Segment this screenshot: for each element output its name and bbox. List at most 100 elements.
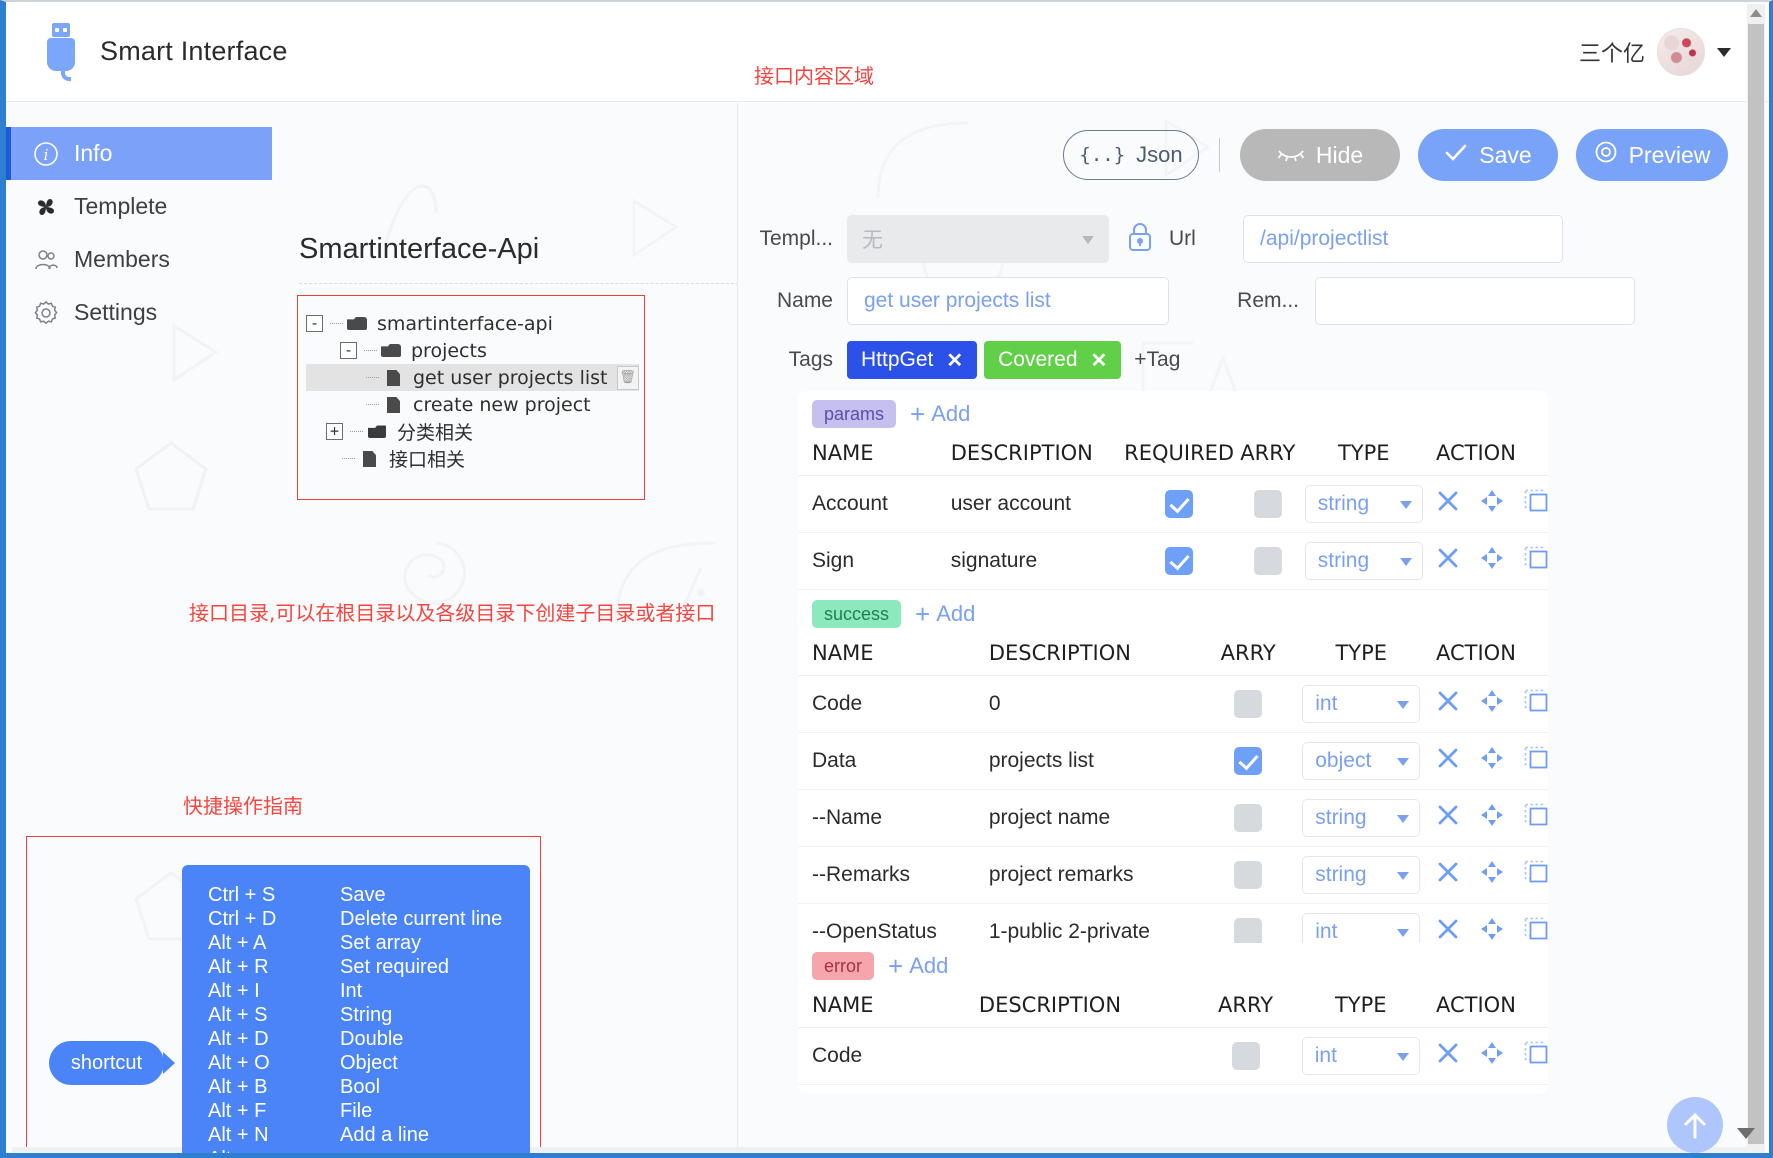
sidebar-item-members[interactable]: Members [6, 233, 272, 286]
user-menu[interactable]: 三个亿 [1579, 28, 1731, 76]
param-name[interactable]: Account [798, 475, 951, 533]
copy-row-icon[interactable] [1524, 860, 1548, 890]
array-checkbox[interactable] [1231, 1042, 1260, 1070]
field-name[interactable]: --Remarks [798, 846, 989, 904]
shortcut-row: Alt + S String [208, 1003, 530, 1027]
move-row-icon[interactable] [1480, 746, 1504, 776]
section-chip-params: params [812, 400, 897, 428]
move-row-icon[interactable] [1480, 489, 1504, 519]
field-description[interactable]: project remarks [988, 846, 1200, 904]
sidebar-item-info[interactable]: i Info [6, 127, 272, 180]
type-select[interactable]: int [1302, 685, 1421, 723]
scrollbar-thumb[interactable] [1748, 24, 1764, 1144]
delete-row-icon[interactable] [1436, 1041, 1460, 1071]
scroll-to-top-button[interactable] [1667, 1097, 1723, 1153]
param-description[interactable]: user account [950, 475, 1125, 533]
tree-node[interactable]: 接口相关 [306, 445, 639, 472]
type-select[interactable]: string [1304, 485, 1423, 523]
file-icon [383, 396, 405, 413]
table-header-row: NAME DESCRIPTION ARRY TYPE ACTION [798, 637, 1548, 676]
json-button[interactable]: {..} Json [1063, 130, 1199, 180]
delete-icon[interactable]: 🗑 [616, 365, 639, 390]
add-tag-button[interactable]: +Tag [1134, 348, 1180, 372]
move-row-icon[interactable] [1480, 689, 1504, 719]
copy-row-icon[interactable] [1524, 489, 1548, 519]
type-select[interactable]: int [1301, 1037, 1420, 1075]
field-name[interactable]: Code [798, 675, 989, 733]
move-row-icon[interactable] [1480, 803, 1504, 833]
required-checkbox[interactable] [1165, 490, 1194, 518]
vertical-scrollbar[interactable] [1747, 4, 1765, 1153]
avatar[interactable] [1657, 28, 1705, 76]
type-select[interactable]: string [1302, 799, 1421, 837]
close-icon[interactable]: ✕ [1091, 348, 1108, 373]
chevron-down-icon [1397, 929, 1410, 937]
chevron-down-icon [1082, 236, 1094, 244]
tree-node[interactable]: - projects [306, 337, 639, 364]
array-checkbox[interactable] [1234, 747, 1263, 775]
type-select[interactable]: object [1302, 742, 1421, 780]
array-checkbox[interactable] [1253, 490, 1282, 518]
array-checkbox[interactable] [1234, 690, 1263, 718]
field-description[interactable]: project name [988, 789, 1200, 847]
tag-httpget[interactable]: HttpGet ✕ [847, 341, 978, 379]
tree-toggle-icon[interactable]: - [306, 315, 323, 332]
move-row-icon[interactable] [1480, 546, 1504, 576]
delete-row-icon[interactable] [1436, 489, 1460, 519]
array-checkbox[interactable] [1234, 804, 1263, 832]
field-description[interactable] [978, 1027, 1196, 1085]
array-checkbox[interactable] [1253, 547, 1282, 575]
delete-row-icon[interactable] [1436, 689, 1460, 719]
tree-node-label: smartinterface-api [377, 312, 553, 335]
add-success-field-button[interactable]: + Add [915, 601, 975, 627]
save-button[interactable]: Save [1418, 129, 1558, 181]
field-description[interactable]: 0 [988, 675, 1200, 733]
close-icon[interactable]: ✕ [946, 348, 963, 373]
tree-toggle-icon[interactable]: - [340, 342, 357, 359]
copy-row-icon[interactable] [1524, 746, 1548, 776]
remark-input[interactable] [1315, 277, 1635, 325]
lock-icon[interactable] [1127, 222, 1153, 257]
type-select[interactable]: string [1302, 856, 1421, 894]
add-param-button[interactable]: + Add [910, 401, 970, 427]
preview-button[interactable]: Preview [1576, 129, 1728, 181]
sidebar-item-templete[interactable]: Templete [6, 180, 272, 233]
scroll-up-arrow-icon[interactable] [1747, 4, 1765, 22]
tree-toggle-icon[interactable]: + [326, 423, 343, 440]
tree-node[interactable]: + 分类相关 [306, 418, 639, 445]
url-input[interactable] [1243, 215, 1563, 263]
param-description[interactable]: signature [950, 532, 1125, 590]
field-name[interactable]: Data [798, 732, 989, 790]
copy-row-icon[interactable] [1524, 546, 1548, 576]
shortcut-button[interactable]: shortcut [49, 1041, 175, 1085]
name-input[interactable] [847, 277, 1169, 325]
copy-row-icon[interactable] [1524, 1041, 1548, 1071]
chevron-down-icon[interactable] [1737, 1128, 1755, 1139]
field-name[interactable]: --Name [798, 789, 989, 847]
right-panel: {..} Json Hide Save Preview Templ... 无 U… [738, 103, 1753, 1153]
tag-covered[interactable]: Covered ✕ [984, 341, 1122, 379]
hide-button[interactable]: Hide [1240, 129, 1400, 181]
chevron-down-icon[interactable] [1717, 47, 1731, 57]
type-select[interactable]: string [1304, 542, 1423, 580]
delete-row-icon[interactable] [1436, 746, 1460, 776]
tree-node-selected[interactable]: get user projects list 🗑 [306, 364, 639, 391]
array-checkbox[interactable] [1234, 861, 1263, 889]
delete-row-icon[interactable] [1436, 803, 1460, 833]
delete-row-icon[interactable] [1436, 546, 1460, 576]
field-description[interactable]: projects list [988, 732, 1200, 790]
param-name[interactable]: Sign [798, 532, 951, 590]
tree-node[interactable]: - smartinterface-api [306, 310, 639, 337]
move-row-icon[interactable] [1480, 1041, 1504, 1071]
array-checkbox[interactable] [1234, 918, 1263, 946]
template-select[interactable]: 无 [847, 215, 1109, 263]
move-row-icon[interactable] [1480, 860, 1504, 890]
copy-row-icon[interactable] [1524, 689, 1548, 719]
required-checkbox[interactable] [1165, 547, 1194, 575]
field-name[interactable]: Code [798, 1027, 979, 1085]
sidebar-item-settings[interactable]: Settings [6, 286, 272, 339]
delete-row-icon[interactable] [1436, 860, 1460, 890]
copy-row-icon[interactable] [1524, 803, 1548, 833]
add-error-field-button[interactable]: + Add [888, 953, 948, 979]
tree-node[interactable]: create new project [306, 391, 639, 418]
